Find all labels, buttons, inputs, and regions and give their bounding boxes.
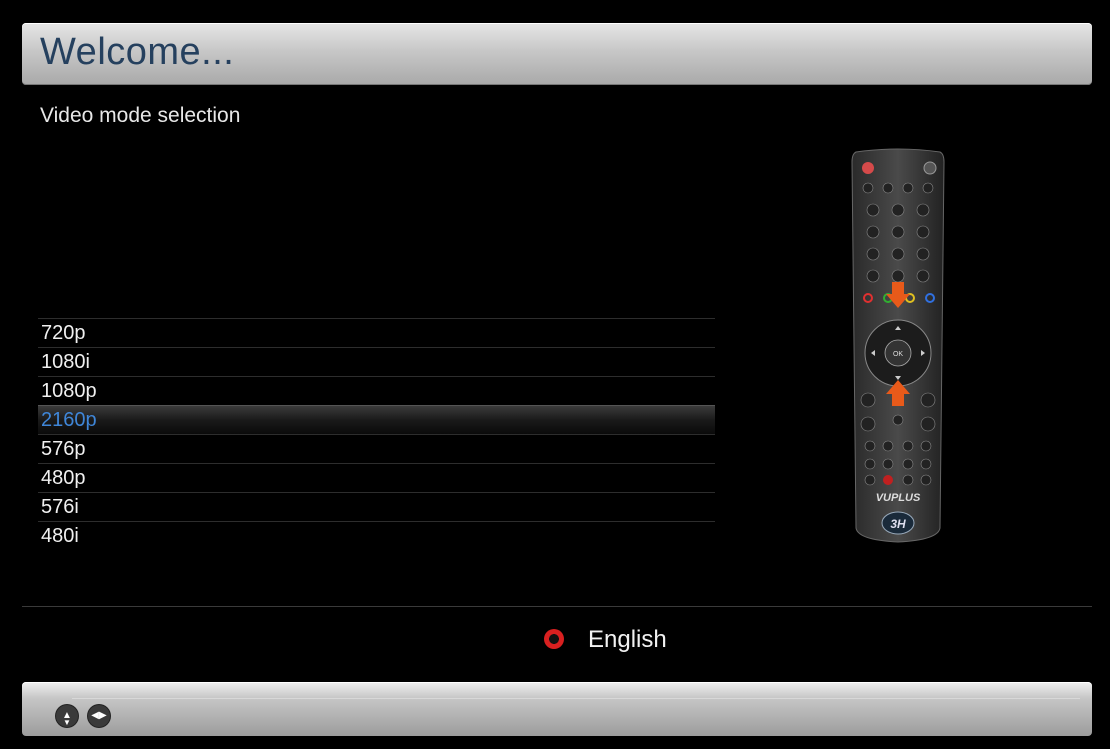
- header-bar: Welcome...: [22, 23, 1092, 85]
- remote-control-image: OK VUPLUS 3H: [848, 148, 948, 544]
- page-title: Welcome...: [40, 31, 235, 73]
- video-mode-item[interactable]: 720p: [38, 318, 715, 347]
- red-button-icon[interactable]: [544, 629, 564, 649]
- video-mode-item[interactable]: 576p: [38, 434, 715, 463]
- remote-ok-label: OK: [893, 351, 903, 358]
- remote-logo-label: 3H: [890, 517, 906, 531]
- video-mode-list[interactable]: 720p 1080i 1080p 2160p 576p 480p 576i 480i: [38, 318, 715, 550]
- video-mode-item[interactable]: 1080i: [38, 347, 715, 376]
- page-subtitle: Video mode selection: [40, 104, 241, 127]
- bottom-separator: [22, 606, 1092, 607]
- language-label[interactable]: English: [588, 626, 667, 654]
- left-right-arrows-icon: ◀▶: [88, 705, 110, 727]
- up-down-arrows-icon: ▲ ▼: [56, 705, 78, 727]
- video-mode-item[interactable]: 480p: [38, 463, 715, 492]
- video-mode-item[interactable]: 480i: [38, 521, 715, 550]
- remote-control-illustration: OK VUPLUS 3H: [851, 148, 945, 543]
- video-mode-item[interactable]: 1080p: [38, 376, 715, 405]
- video-mode-item[interactable]: 576i: [38, 492, 715, 521]
- footer-divider: [72, 698, 1080, 699]
- video-mode-item[interactable]: 2160p: [38, 405, 715, 434]
- footer-bar: ▲ ▼ ◀▶: [22, 682, 1092, 736]
- remote-brand-label: VUPLUS: [876, 492, 921, 504]
